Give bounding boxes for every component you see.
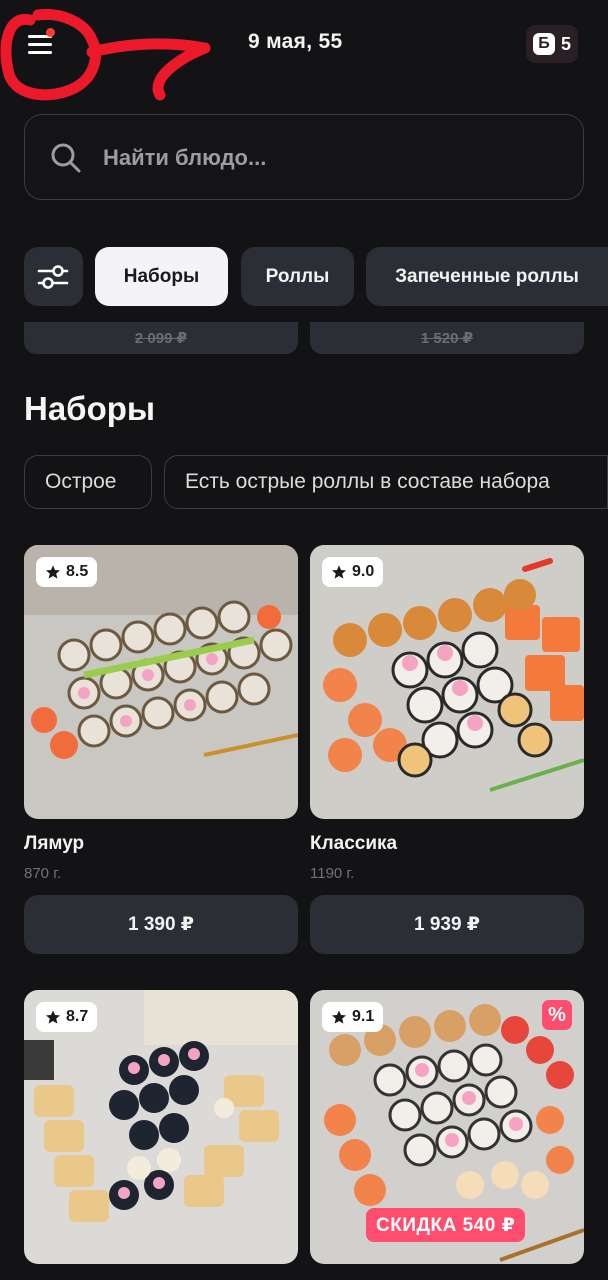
top-bar: 9 мая, 55 5 — [0, 0, 608, 90]
star-icon — [46, 1010, 60, 1024]
old-price: 2 099 ₽ — [134, 330, 188, 347]
notification-dot — [46, 28, 55, 37]
hamburger-line — [28, 51, 52, 54]
product-image[interactable]: 9.0 — [310, 545, 584, 819]
rating-badge: 8.7 — [36, 1002, 98, 1032]
star-icon — [46, 565, 60, 579]
delivery-time-title[interactable]: 9 мая, 55 — [248, 30, 342, 54]
search-placeholder: Найти блюдо... — [103, 145, 267, 170]
tab-sets[interactable]: Наборы — [95, 247, 228, 306]
hamburger-line — [28, 43, 52, 46]
product-weight: 1190 г. — [310, 865, 355, 882]
category-bar: Наборы Роллы Запеченные роллы — [0, 247, 608, 307]
section-title: Наборы — [24, 390, 156, 427]
star-icon — [332, 1010, 346, 1024]
rating-badge: 9.0 — [322, 557, 384, 587]
previous-price-strip[interactable]: 2 099 ₽ — [24, 322, 298, 354]
add-to-cart-button[interactable]: 1 939 ₽ — [310, 895, 584, 954]
rating-value: 8.5 — [66, 563, 89, 580]
rating-value: 9.1 — [352, 1008, 375, 1025]
tab-rolls[interactable]: Роллы — [241, 247, 354, 306]
add-to-cart-button[interactable]: 1 390 ₽ — [24, 895, 298, 954]
product-image[interactable]: 8.7 — [24, 990, 298, 1264]
bonus-badge[interactable]: 5 — [526, 25, 578, 63]
product-weight: 870 г. — [24, 865, 62, 882]
product-image[interactable]: 9.1 % СКИДКА 540 ₽ — [310, 990, 584, 1264]
rating-badge: 8.5 — [36, 557, 98, 587]
filter-sliders-icon — [37, 265, 69, 289]
tag-spicy-rolls-in-set[interactable]: Есть острые роллы в составе набора — [164, 455, 608, 509]
bonus-count: 5 — [560, 33, 571, 54]
tag-spicy[interactable]: Острое — [24, 455, 152, 509]
bonus-b-icon — [532, 33, 555, 55]
discount-badge: СКИДКА 540 ₽ — [366, 1208, 526, 1242]
old-price: 1 520 ₽ — [420, 330, 474, 347]
previous-price-strip[interactable]: 1 520 ₽ — [310, 322, 584, 354]
rating-value: 9.0 — [352, 563, 375, 580]
product-name[interactable]: Классика — [310, 833, 397, 855]
discount-percent-icon: % — [542, 1000, 572, 1030]
search-icon — [51, 143, 81, 173]
menu-button[interactable] — [24, 28, 58, 62]
star-icon — [332, 565, 346, 579]
search-input[interactable]: Найти блюдо... — [24, 114, 584, 200]
product-image[interactable]: 8.5 — [24, 545, 298, 819]
rating-value: 8.7 — [66, 1008, 89, 1025]
tab-baked-rolls[interactable]: Запеченные роллы — [366, 247, 608, 306]
product-name[interactable]: Лямур — [24, 833, 84, 855]
rating-badge: 9.1 — [322, 1002, 384, 1032]
filter-button[interactable] — [24, 247, 83, 306]
